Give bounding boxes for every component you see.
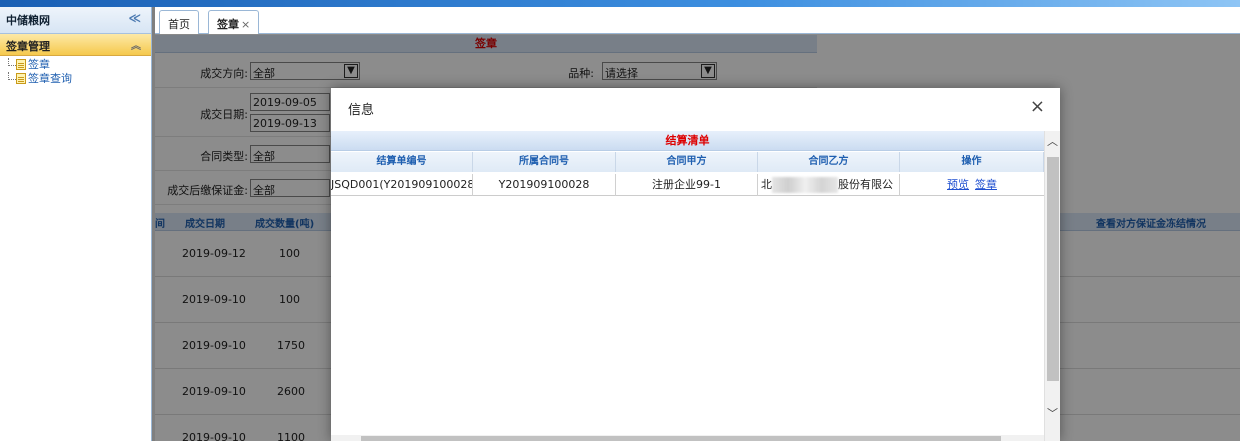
sidebar-item-label: 签章 [28,58,50,71]
close-tab-icon[interactable]: × [241,18,250,31]
top-banner [0,0,1240,7]
tab-signature[interactable]: 签章 × [208,10,260,34]
info-dialog: 信息 × 结算清单 结算单编号 所属合同号 合同甲方 合同乙方 操作 JSQD0… [331,88,1060,441]
settlement-no-cell: JSQD001(Y201909100028) [331,174,473,196]
sidebar-item-label: 签章查询 [28,72,72,85]
sidebar-title-text: 中储粮网 [6,14,50,27]
actions-cell: 预览 签章 [900,174,1044,196]
collapse-sidebar-icon[interactable]: ≪ [128,11,141,25]
party-b-prefix: 北 [761,178,772,191]
close-icon[interactable]: × [1030,96,1045,117]
sidebar-title: 中储粮网 ≪ [0,7,151,34]
sidebar-group-label: 签章管理 [6,40,50,53]
document-icon [16,73,26,84]
sidebar-group-signature-management[interactable]: 签章管理 ︽ [0,34,151,56]
table-row: JSQD001(Y201909100028) Y201909100028 注册企… [331,174,1044,196]
sidebar: 中储粮网 ≪ 签章管理 ︽ 签章 签章查询 [0,7,152,441]
tree-line [8,72,16,80]
dialog-horizontal-scrollbar[interactable] [331,435,1044,441]
contract-no-cell: Y201909100028 [473,174,616,196]
col-party-b: 合同乙方 [758,152,900,172]
tab-home-label: 首页 [168,18,190,31]
col-contract-no: 所属合同号 [473,152,616,172]
collapse-group-icon[interactable]: ︽ [131,37,141,52]
col-party-a: 合同甲方 [616,152,758,172]
col-settlement-no: 结算单编号 [331,152,473,172]
dialog-title: 信息 [348,103,375,118]
sidebar-item-signature-query[interactable]: 签章查询 [0,72,151,86]
document-icon [16,59,26,70]
scrollbar-thumb[interactable] [1047,157,1059,381]
tree-line [8,58,16,66]
tab-signature-label: 签章 [217,18,239,31]
sidebar-item-signature[interactable]: 签章 [0,58,151,72]
party-a-cell: 注册企业99-1 [616,174,758,196]
redaction-blur [772,177,838,193]
col-actions: 操作 [900,152,1044,172]
scroll-down-icon[interactable]: ﹀ [1047,405,1058,421]
preview-link[interactable]: 预览 [947,178,969,191]
settlement-list-title: 结算清单 [331,131,1044,151]
scroll-up-icon[interactable]: ︿ [1047,133,1058,149]
settlement-table-header: 结算单编号 所属合同号 合同甲方 合同乙方 操作 [331,152,1044,172]
scrollbar-thumb[interactable] [361,436,1001,441]
party-b-cell: 北 股份有限公 [758,174,900,196]
dialog-vertical-scrollbar[interactable]: ︿ ﹀ [1044,131,1060,441]
tab-home[interactable]: 首页 [159,10,199,34]
sign-link[interactable]: 签章 [975,178,997,191]
tab-bar: 首页 签章 × [155,7,1240,34]
party-b-suffix: 股份有限公 [838,178,893,191]
